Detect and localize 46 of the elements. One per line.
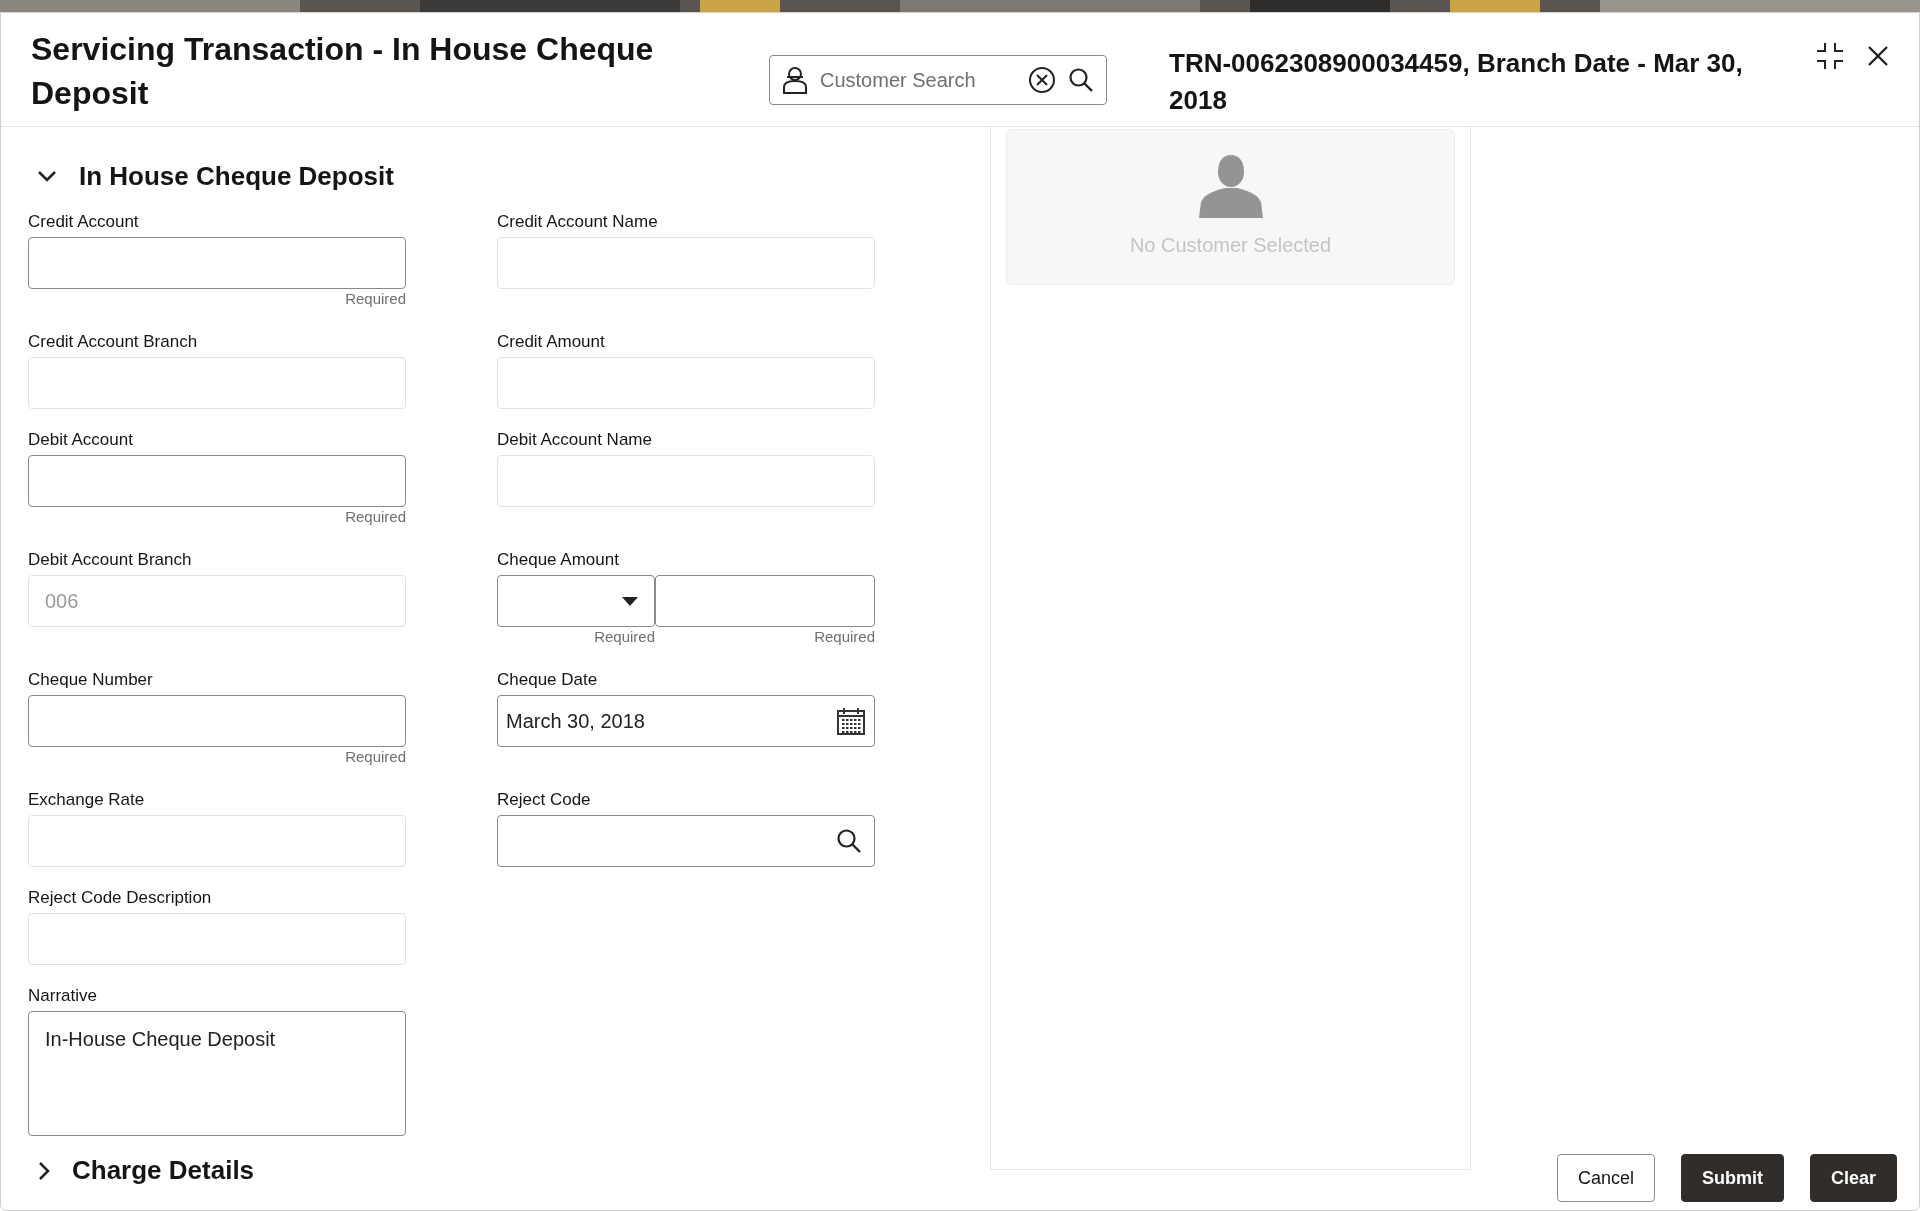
- search-icon[interactable]: [836, 828, 862, 854]
- field-label: Credit Account Branch: [28, 331, 199, 353]
- field-label: Reject Code Description: [28, 887, 213, 909]
- field-label: Credit Account Name: [497, 211, 659, 233]
- chevron-down-icon[interactable]: [37, 170, 57, 182]
- text-area[interactable]: In-House Cheque Deposit: [28, 1011, 406, 1136]
- close-icon[interactable]: [1867, 45, 1889, 67]
- currency-dropdown[interactable]: [497, 575, 655, 627]
- person-silhouette-icon: [1197, 154, 1264, 218]
- minimize-icon[interactable]: [1815, 41, 1845, 71]
- field-label: Cheque Number: [28, 669, 154, 691]
- field-label: Cheque Amount: [497, 549, 620, 571]
- date-field[interactable]: March 30, 2018: [497, 695, 875, 747]
- search-icon[interactable]: [1068, 67, 1094, 93]
- input-field[interactable]: [28, 455, 406, 507]
- field-label: Reject Code: [497, 789, 592, 811]
- amount-field[interactable]: [655, 575, 875, 627]
- required-hint: Required: [345, 748, 406, 765]
- action-button[interactable]: Clear: [1809, 1154, 1897, 1202]
- user-badge-icon: [782, 66, 808, 94]
- window-title: Servicing Transaction - In House Cheque Deposit: [31, 30, 655, 113]
- customer-search-field[interactable]: Customer Search: [769, 55, 1107, 105]
- section-title: In House Cheque Deposit: [79, 159, 394, 193]
- field-label: Debit Account Branch: [28, 549, 193, 571]
- chevron-right-icon[interactable]: [38, 1160, 50, 1181]
- section-title: Charge Details: [72, 1154, 255, 1187]
- field-label: Debit Account: [28, 429, 134, 451]
- input-field[interactable]: [28, 695, 406, 747]
- clear-icon[interactable]: [1028, 66, 1056, 94]
- dropdown-caret-icon: [622, 596, 638, 606]
- calendar-icon[interactable]: [836, 706, 866, 736]
- field-label: Narrative: [28, 985, 98, 1007]
- field-label: Cheque Date: [497, 669, 599, 691]
- required-hint: Required: [814, 628, 875, 645]
- field-label: Credit Amount: [497, 331, 606, 353]
- required-hint: Required: [594, 628, 655, 645]
- required-hint: Required: [345, 290, 406, 307]
- required-hint: Required: [345, 508, 406, 525]
- search-field[interactable]: [497, 815, 875, 867]
- input-field[interactable]: [28, 237, 406, 289]
- field-label: Debit Account Name: [497, 429, 653, 451]
- action-button[interactable]: Cancel: [1556, 1154, 1655, 1202]
- transaction-reference: TRN-0062308900034459, Branch Date - Mar 30, 2018: [1169, 47, 1744, 117]
- field-label: Exchange Rate: [28, 789, 146, 811]
- action-button[interactable]: Submit: [1680, 1154, 1784, 1202]
- field-label: Credit Account: [28, 211, 140, 233]
